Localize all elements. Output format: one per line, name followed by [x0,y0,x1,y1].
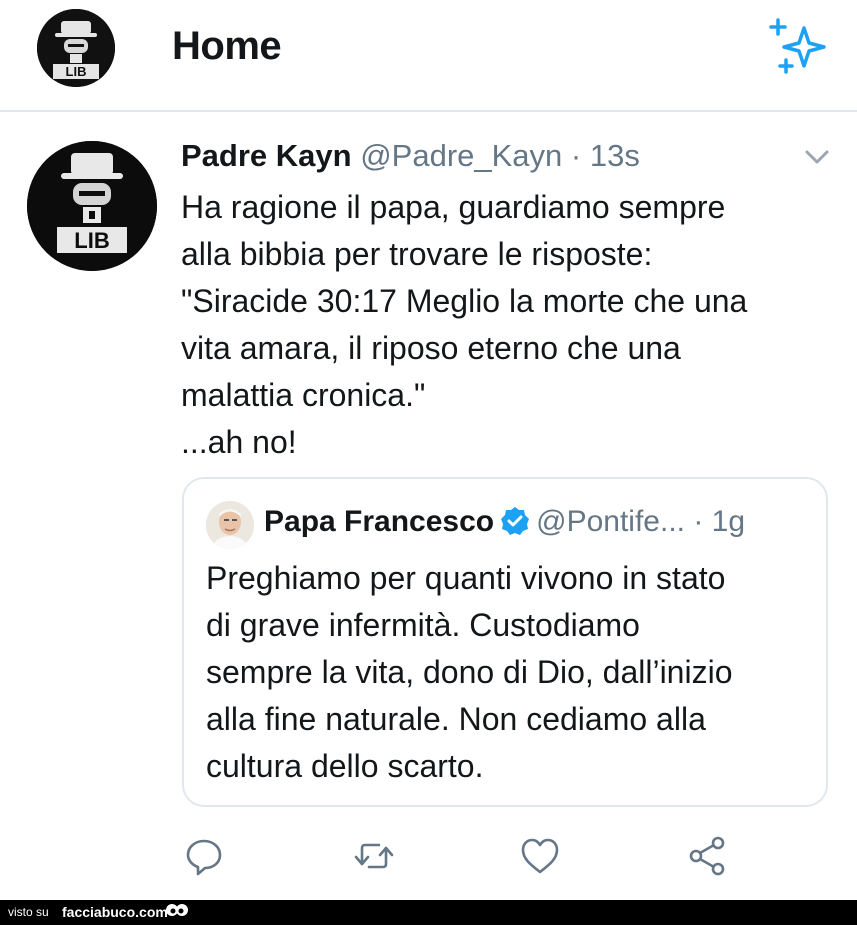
tweet-line: Ha ragione il papa, guardiamo sempre [181,189,726,225]
pope-portrait-icon [206,501,254,549]
eyes-logo-icon [166,904,188,916]
tweet-timestamp[interactable]: 13s [590,138,640,173]
tweet-line: malattia cronica." [181,377,426,413]
lib-logo-icon: LIB [37,9,115,87]
page-title: Home [172,24,282,68]
tweet-author-avatar[interactable]: LIB [27,141,157,271]
verified-badge-icon [501,507,530,535]
quoted-tweet-timestamp: 1g [711,505,746,538]
quoted-author-avatar [206,501,254,549]
meta-separator: · [684,505,712,538]
like-icon[interactable] [518,834,562,878]
quoted-tweet-card[interactable]: Papa Francesco @Pontife... · 1g Preghiam… [182,477,828,807]
quoted-line: di grave infermità. Custodiamo [206,607,640,643]
top-bar: LIB Home [0,0,857,112]
quoted-line: Preghiamo per quanti vivono in stato [206,560,726,596]
tweet-line: ...ah no! [181,424,297,460]
reply-icon[interactable] [182,834,226,878]
quoted-line: cultura dello scarto. [206,748,484,784]
watermark-bar: visto su facciabuco.com [0,900,857,925]
author-name[interactable]: Padre Kayn [181,138,352,173]
tweet-header: Padre Kayn @Padre_Kayn · 13s [181,138,640,174]
quoted-tweet-body: Preghiamo per quanti vivono in stato di … [206,555,806,790]
quoted-line: alla fine naturale. Non cediamo alla [206,701,706,737]
watermark-site: facciabuco.com [62,904,168,920]
tweet-line: "Siracide 30:17 Meglio la morte che una [181,283,748,319]
quoted-line: sempre la vita, dono di Dio, dall’inizio [206,654,733,690]
lib-logo-icon: LIB [27,141,157,271]
retweet-icon[interactable] [352,834,396,878]
quoted-author-handle: @Pontife... [536,505,685,538]
svg-text:LIB: LIB [66,64,87,79]
author-handle[interactable]: @Padre_Kayn [360,138,562,173]
quoted-author-name: Papa Francesco [264,505,495,538]
quoted-tweet-header: Papa Francesco @Pontife... · 1g [264,505,745,539]
meta-separator: · [562,138,590,173]
share-icon[interactable] [686,834,730,878]
sparkle-icon[interactable] [766,16,830,74]
tweet-body: Ha ragione il papa, guardiamo sempre all… [181,184,831,466]
tweet-line: alla bibbia per trovare le risposte: [181,236,653,272]
chevron-down-icon[interactable] [803,147,831,167]
watermark-prefix: visto su [8,905,49,919]
profile-avatar[interactable]: LIB [37,9,115,87]
svg-text:LIB: LIB [74,228,109,253]
tweet-line: vita amara, il riposo eterno che una [181,330,681,366]
